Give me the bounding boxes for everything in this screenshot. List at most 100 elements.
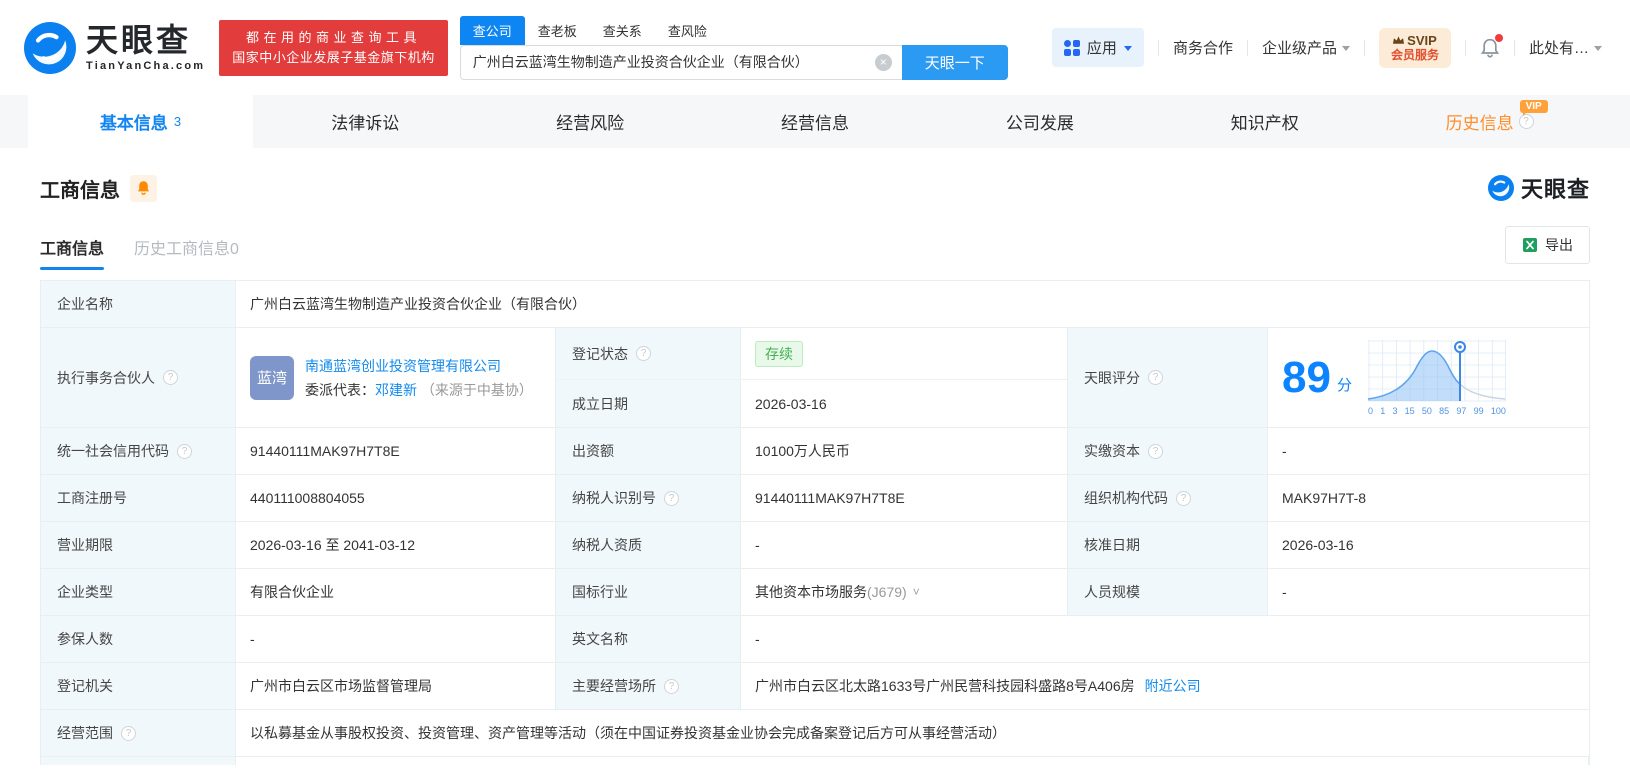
user-account-menu[interactable]: 此处有…	[1529, 37, 1602, 58]
tab-legal-proceedings[interactable]: 法律诉讼	[253, 95, 478, 148]
company-type-label: 企业类型	[41, 569, 236, 615]
tab-operating-info[interactable]: 经营信息	[703, 95, 928, 148]
industry-value: 其他资本市场服务 (J679) ˅	[741, 569, 1068, 615]
executive-partner-label-text: 执行事务合伙人	[57, 369, 155, 386]
tab-history-info[interactable]: VIP 历史信息 ?	[1377, 95, 1602, 148]
logo-brand-text: 天眼查	[86, 21, 192, 58]
nearby-companies-link[interactable]: 附近公司	[1145, 676, 1201, 696]
tianyancha-logo[interactable]: 天眼查 TianYanCha.com	[24, 21, 205, 74]
svip-member-button[interactable]: SVIP 会员服务	[1378, 27, 1451, 68]
help-icon[interactable]: ?	[1148, 370, 1163, 385]
table-row: 工商注册号 440111008804055 纳税人识别号? 91440111MA…	[41, 475, 1589, 522]
executive-partner-label: 执行事务合伙人 ?	[41, 328, 236, 427]
reg-authority-value: 广州市白云区市场监督管理局	[236, 663, 556, 709]
clear-search-icon[interactable]: ×	[874, 53, 892, 71]
chevron-down-icon[interactable]: ˅	[913, 585, 920, 599]
reg-authority-label: 登记机关	[41, 663, 236, 709]
chevron-down-icon	[1123, 46, 1132, 51]
table-row: 统一社会信用代码? 91440111MAK97H7T8E 出资额 10100万人…	[41, 428, 1589, 475]
registration-status-value: 存续	[741, 328, 1068, 380]
staff-size-value: -	[1282, 584, 1287, 600]
search-tab-risk[interactable]: 查风险	[655, 16, 720, 45]
search-tabs: 查公司 查老板 查关系 查风险	[459, 15, 1008, 45]
help-icon[interactable]: ?	[1518, 114, 1534, 129]
search-button[interactable]: 天眼一下	[901, 44, 1008, 80]
approval-date-value: 2026-03-16	[1282, 537, 1354, 553]
search-tab-boss[interactable]: 查老板	[525, 16, 590, 45]
tianyan-score-label: 天眼评分 ?	[1068, 328, 1268, 427]
help-icon[interactable]: ?	[1176, 490, 1191, 506]
search-tab-relation[interactable]: 查关系	[590, 16, 655, 45]
bell-icon	[137, 181, 150, 195]
tab-operating-risk[interactable]: 经营风险	[478, 95, 703, 148]
company-type-value: 有限合伙企业	[236, 569, 556, 615]
table-row: 营业期限 2026-03-16 至 2041-03-12 纳税人资质 - 核准日…	[41, 522, 1589, 569]
partner-company-link[interactable]: 南通蓝湾创业投资管理有限公司	[305, 358, 501, 374]
search-tab-company[interactable]: 查公司	[459, 15, 525, 45]
capital-value: 10100万人民币	[741, 428, 1068, 474]
tianyan-score-label-text: 天眼评分	[1084, 369, 1140, 386]
crown-icon	[1393, 35, 1405, 44]
apps-menu[interactable]: 应用	[1051, 28, 1144, 67]
english-name-label: 英文名称	[556, 616, 741, 662]
excel-icon	[1523, 238, 1537, 252]
main-content: 工商信息 天眼查 工商信息 历史工商信息0 导出 企业名称 广州白云蓝湾生物制造…	[0, 172, 1630, 765]
promo-line1: 都在用的商业查询工具	[246, 29, 422, 45]
score-axis-ticks: 01 3 15 50 85 97 99 100	[1367, 405, 1506, 416]
enterprise-products-label: 企业级产品	[1261, 40, 1337, 57]
tianyancha-watermark-icon	[1487, 175, 1514, 201]
business-scope-value: 以私募基金从事股权投资、投资管理、资产管理等活动（须在中国证券投资基金业协会完成…	[250, 725, 1006, 741]
export-label: 导出	[1545, 237, 1573, 253]
promo-line2: 国家中小企业发展子基金旗下机构	[232, 49, 435, 65]
table-row: 企业类型 有限合伙企业 国标行业 其他资本市场服务 (J679) ˅ 人员规模 …	[41, 569, 1589, 616]
delegate-rep-link[interactable]: 邓建新	[375, 382, 417, 398]
chevron-down-icon	[1594, 46, 1602, 51]
approval-date-label: 核准日期	[1068, 522, 1268, 568]
insured-count-value: -	[236, 616, 556, 662]
help-icon[interactable]: ?	[177, 443, 192, 459]
industry-name: 其他资本市场服务	[755, 584, 867, 600]
credit-code-value: 91440111MAK97H7T8E	[236, 428, 556, 474]
tab-basic-info[interactable]: 基本信息 3	[28, 95, 253, 148]
user-name: 此处有…	[1528, 40, 1589, 57]
search-input[interactable]	[459, 44, 902, 80]
paid-capital-value: -	[1282, 443, 1287, 459]
help-icon[interactable]: ?	[636, 346, 651, 361]
staff-size-label: 人员规模	[1068, 569, 1268, 615]
tianyancha-watermark: 天眼查	[1487, 172, 1590, 204]
watermark-text: 天眼查	[1520, 177, 1590, 202]
table-row: 执行事务合伙人 ? 蓝湾 南通蓝湾创业投资管理有限公司 委派代表：邓建新 （来源…	[41, 328, 1589, 428]
export-button[interactable]: 导出	[1505, 226, 1590, 264]
delegate-rep-source: （来源于中基协）	[420, 381, 533, 398]
help-icon[interactable]: ?	[163, 370, 178, 385]
help-icon[interactable]: ?	[664, 678, 679, 694]
tianyan-score-value[interactable]: 89 分 0 1 3 15 50 85 97 99 100	[1268, 328, 1589, 427]
divider	[1513, 39, 1515, 56]
insured-count-label: 参保人数	[41, 616, 236, 662]
subtab-history-business-info[interactable]: 历史工商信息0	[134, 235, 239, 270]
tab-history-info-label: 历史信息	[1445, 114, 1514, 133]
business-cooperation-link[interactable]: 商务合作	[1173, 37, 1233, 58]
table-row: 企业名称 广州白云蓝湾生物制造产业投资合伙企业（有限合伙）	[41, 281, 1589, 328]
partner-company-avatar[interactable]: 蓝湾	[250, 355, 294, 400]
tab-intellectual-property[interactable]: 知识产权	[1152, 95, 1377, 148]
subtab-business-info[interactable]: 工商信息	[40, 235, 105, 270]
tab-company-development[interactable]: 公司发展	[927, 95, 1152, 148]
help-icon[interactable]: ?	[1148, 443, 1163, 459]
tab-basic-info-count: 3	[173, 114, 182, 129]
help-icon[interactable]: ?	[664, 490, 679, 506]
industry-code: (J679)	[867, 584, 907, 600]
notification-dot	[1494, 33, 1503, 42]
company-name-value: 广州白云蓝湾生物制造产业投资合伙企业（有限合伙）	[250, 296, 586, 312]
header-actions: 应用 商务合作 企业级产品 SVIP 会员服务 此处有…	[1051, 27, 1602, 68]
enterprise-products-menu[interactable]: 企业级产品	[1262, 37, 1350, 58]
business-site-address: 广州市白云区北太路1633号广州民营科技园科盛路8号A406房	[755, 678, 1135, 694]
score-unit: 分	[1336, 377, 1352, 394]
notifications-button[interactable]	[1480, 33, 1503, 59]
english-name-value: -	[755, 631, 760, 647]
subscribe-bell-button[interactable]	[130, 174, 157, 202]
business-scope-label: 经营范围?	[41, 710, 236, 756]
help-icon[interactable]: ?	[121, 725, 136, 741]
vip-badge: VIP	[1519, 100, 1548, 116]
reg-number-value: 440111008804055	[236, 475, 556, 521]
